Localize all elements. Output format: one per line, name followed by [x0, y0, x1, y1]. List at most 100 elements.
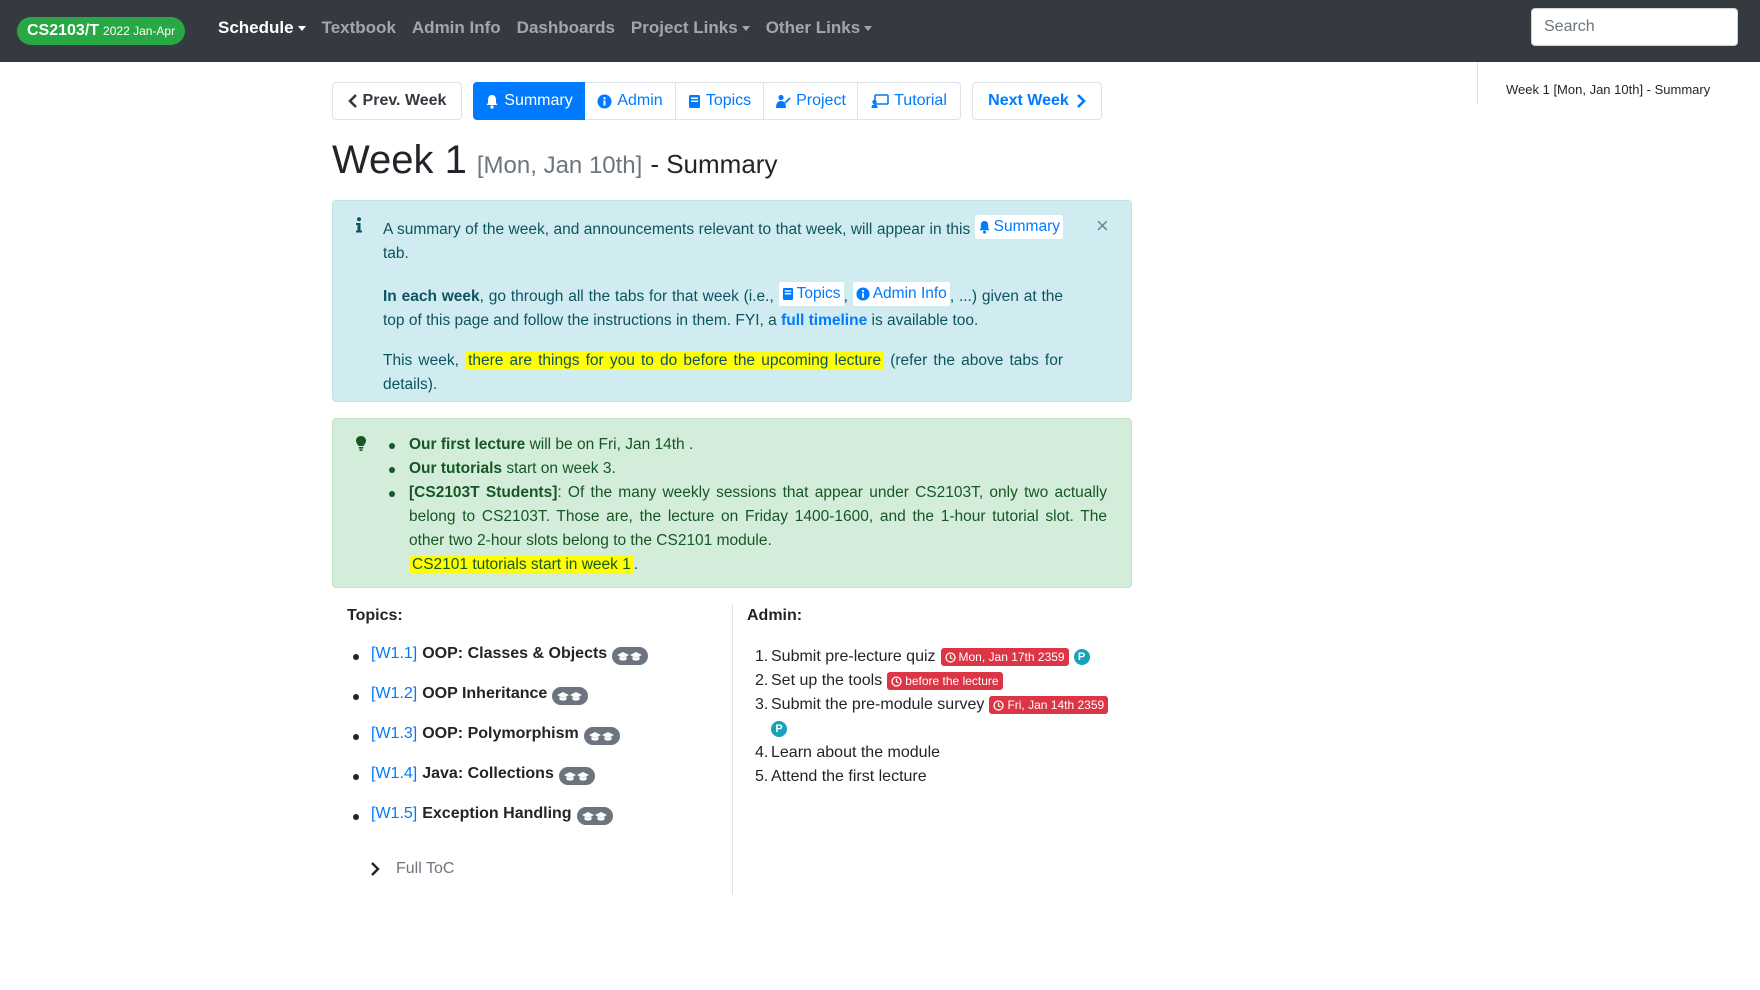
deadline-badge: before the lecture [887, 672, 1003, 690]
first-lecture-text: will be on Fri, Jan 14th . [529, 436, 694, 453]
success-alert-list: Our first lecture will be on Fri, Jan 14… [389, 433, 1107, 577]
info-p2-text3: is available too. [871, 312, 979, 329]
next-week-button[interactable]: Next Week [972, 82, 1102, 120]
tab-topics[interactable]: Topics [676, 82, 764, 120]
topics-tab-link[interactable]: Topics [778, 282, 844, 306]
topics-list: [W1.1] OOP: Classes & Objects [W1.2] OOP I… [353, 645, 649, 845]
topic-id-link[interactable]: [W1.4] [371, 765, 417, 783]
prev-week-button[interactable]: Prev. Week [332, 82, 462, 120]
toc-item[interactable]: Week 1 [Mon, Jan 10th] - Summary [1506, 82, 1710, 97]
nav-other-links[interactable]: Other Links [766, 18, 873, 38]
nav-admin-info[interactable]: Admin Info [412, 18, 501, 38]
list-item: 5. Attend the first lecture [755, 765, 1125, 789]
admin-item-text[interactable]: Submit the pre-module survey [771, 693, 984, 717]
item-number: 4. [755, 744, 769, 761]
brand-title: CS2103/T [27, 22, 100, 39]
lightbulb-icon [355, 435, 367, 457]
tab-topics-label: Topics [705, 92, 752, 109]
list-item: [W1.4] Java: Collections [353, 765, 648, 805]
graduation-cap-icon [558, 767, 595, 785]
page-title-date: [Mon, Jan 10th] [476, 152, 643, 179]
full-toc-toggle[interactable]: Full ToC [370, 860, 454, 878]
list-item: Our tutorials start on week 3. [389, 457, 1107, 481]
column-divider [732, 604, 733, 894]
tab-summary-label: Summary [504, 92, 573, 109]
topic-id-link[interactable]: [W1.5] [371, 805, 417, 823]
top-navbar: CS2103/T 2022 Jan-Apr Schedule Textbook … [0, 0, 1760, 62]
tutorials-text: start on week 3. [506, 460, 616, 477]
page-title: Week 1 [Mon, Jan 10th] - Summary [332, 138, 777, 183]
tab-admin-label: Admin [617, 92, 663, 109]
chevron-down-icon [864, 25, 873, 31]
nav-textbook[interactable]: Textbook [322, 18, 396, 38]
brand-subtitle: 2022 Jan-Apr [103, 24, 176, 38]
bell-icon [978, 220, 991, 234]
clock-icon [944, 651, 956, 663]
summary-tab-link[interactable]: Summary [974, 215, 1063, 239]
chevron-right-icon [370, 862, 380, 876]
nav-links: Schedule Textbook Admin Info Dashboards … [218, 18, 888, 38]
nav-project-links-label: Project Links [630, 18, 738, 37]
prev-week-label: Prev. Week [362, 92, 447, 109]
topic-id-link[interactable]: [W1.1] [371, 645, 417, 663]
admin-info-tab-link[interactable]: Admin Info [852, 282, 950, 306]
list-item: [CS2103T Students]: Of the many weekly s… [389, 481, 1107, 577]
deadline-text: Mon, Jan 17th 2359 [958, 650, 1065, 664]
tab-project[interactable]: Project [764, 82, 858, 120]
item-number: 5. [755, 768, 769, 785]
info-p3-text1: This week, [383, 352, 459, 369]
admin-title: Admin: [747, 607, 803, 624]
item-number: 3. [755, 696, 769, 713]
info-paragraph-3: This week, there are things for you to d… [383, 349, 1063, 397]
page-title-week: Week 1 [332, 138, 467, 182]
nav-admin-info-label: Admin Info [411, 18, 501, 37]
search-input[interactable] [1531, 8, 1738, 46]
topic-id-link[interactable]: [W1.2] [371, 685, 417, 703]
tab-summary[interactable]: Summary [473, 82, 585, 120]
list-item: [W1.1] OOP: Classes & Objects [353, 645, 649, 685]
topic-id-link[interactable]: [W1.3] [371, 725, 417, 743]
cs2103t-students-bold: [CS2103T Students] [409, 484, 558, 501]
nav-schedule[interactable]: Schedule [218, 18, 306, 38]
graduation-cap-icon [576, 807, 613, 825]
full-timeline-link[interactable]: full timeline [781, 312, 867, 329]
tutorials-bold: Our tutorials [409, 460, 503, 477]
tab-tutorial-label: Tutorial [894, 92, 947, 109]
nav-project-links[interactable]: Project Links [631, 18, 750, 38]
first-lecture-bold: Our first lecture [409, 436, 526, 453]
tab-tutorial[interactable]: Tutorial [858, 82, 961, 120]
project-marker-icon[interactable]: P [771, 721, 787, 737]
admin-item-text[interactable]: Submit pre-lecture quiz [771, 645, 936, 669]
deadline-badge: Mon, Jan 17th 2359 [940, 648, 1069, 666]
chevron-left-icon [347, 94, 358, 108]
info-alert: × A summary of the week, and announcemen… [332, 200, 1132, 402]
cs2101-end: . [633, 556, 639, 573]
nav-dashboards[interactable]: Dashboards [517, 18, 615, 38]
info-p1-text: A summary of the week, and announcements… [383, 221, 971, 238]
info-p3-highlight: there are things for you to do before th… [465, 352, 885, 369]
close-icon[interactable]: × [1096, 215, 1109, 237]
admin-item-text[interactable]: Learn about the module [771, 741, 940, 765]
info-p2-text1: , go through all the tabs for that week … [479, 288, 774, 305]
topic-name: OOP Inheritance [422, 685, 548, 702]
list-item: Our first lecture will be on Fri, Jan 14… [389, 433, 1107, 457]
brand-badge[interactable]: CS2103/T 2022 Jan-Apr [17, 17, 186, 45]
topic-name: Java: Collections [422, 765, 554, 782]
admin-item-text[interactable]: Attend the first lecture [771, 765, 927, 789]
info-paragraph-1: A summary of the week, and announcements… [383, 215, 1063, 266]
info-p2-sep: , [843, 288, 848, 305]
nav-textbook-label: Textbook [321, 18, 396, 37]
project-marker-icon[interactable]: P [1073, 649, 1090, 665]
info-icon [355, 217, 363, 238]
chevron-right-icon [1076, 94, 1086, 108]
admin-item-text[interactable]: Set up the tools [771, 669, 882, 693]
info-alert-text: A summary of the week, and announcements… [383, 215, 1063, 413]
tab-admin[interactable]: Admin [585, 82, 676, 120]
item-number: 2. [755, 672, 769, 689]
deadline-text: Fri, Jan 14th 2359 [1007, 698, 1105, 712]
item-number: 1. [755, 648, 769, 665]
book-icon [782, 287, 794, 301]
info-p2-bold: In each week [383, 288, 480, 305]
info-circle-icon [597, 94, 612, 109]
list-item: [W1.3] OOP: Polymorphism [353, 725, 648, 765]
